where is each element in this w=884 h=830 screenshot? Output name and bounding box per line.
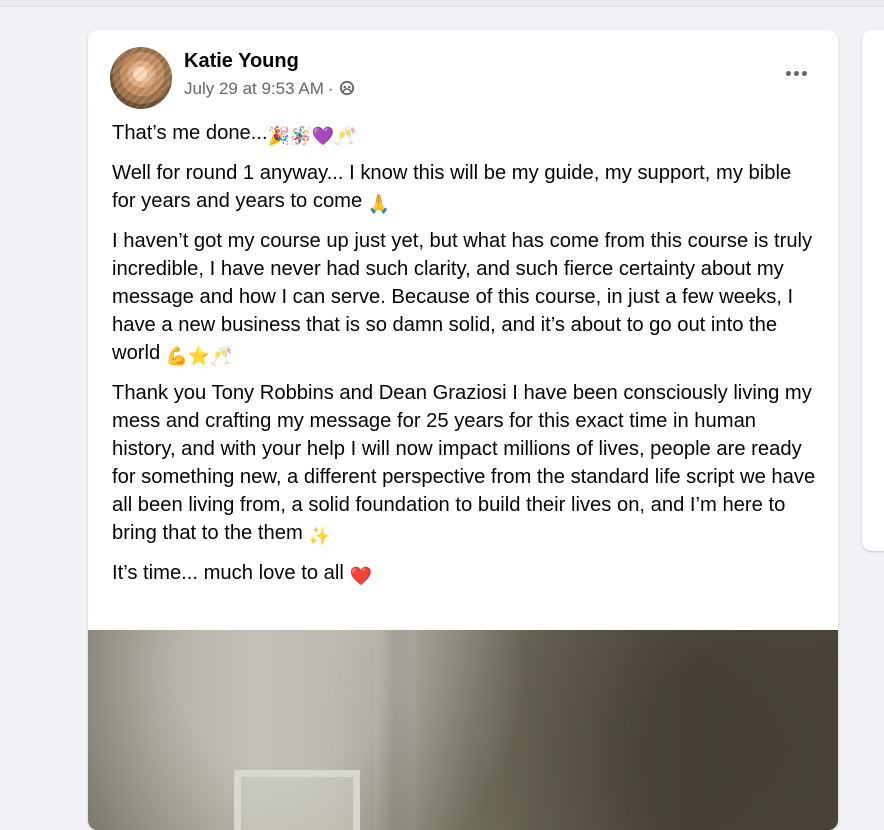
avatar[interactable] — [110, 47, 172, 109]
champagne-glasses-icon: 🥂 — [209, 346, 233, 366]
more-dot-icon — [801, 70, 807, 76]
post-card: Katie Young July 29 at 9:53 AM · That’s m… — [88, 30, 838, 830]
more-dot-icon — [785, 70, 791, 76]
friends-icon[interactable] — [339, 80, 355, 96]
photo-shadow — [374, 630, 416, 830]
post-body: That’s me done...🎉🪅💜🥂 Well for round 1 a… — [112, 119, 818, 599]
sparkles-icon: ✨ — [308, 526, 331, 546]
post-paragraph-text: Thank you Tony Robbins and Dean Graziosi… — [112, 382, 816, 544]
photo-frame — [234, 770, 360, 830]
post-photo[interactable] — [88, 630, 838, 830]
more-options-button[interactable] — [776, 59, 816, 87]
top-background-strip — [0, 0, 884, 7]
author-name[interactable]: Katie Young — [184, 49, 299, 73]
post-paragraph-1: That’s me done...🎉🪅💜🥂 — [112, 119, 818, 147]
post-paragraph-text: I haven’t got my course up just yet, but… — [112, 230, 813, 364]
meta-separator: · — [327, 79, 334, 98]
confetti-icon: 🪅 — [289, 126, 313, 146]
more-dot-icon — [793, 70, 799, 76]
right-side-card — [862, 30, 884, 551]
champagne-glasses-icon: 🥂 — [333, 126, 357, 146]
post-meta: July 29 at 9:53 AM · — [184, 78, 355, 100]
star-icon: ⭐ — [187, 346, 211, 366]
praying-hands-icon: 🙏 — [367, 194, 391, 214]
red-heart-icon: ❤️ — [349, 566, 372, 586]
post-paragraph-2: Well for round 1 anyway... I know this w… — [112, 159, 818, 215]
post-paragraph-text: Well for round 1 anyway... I know this w… — [112, 162, 792, 212]
post-paragraph-text: That’s me done... — [112, 122, 268, 144]
post-paragraph-3: I haven’t got my course up just yet, but… — [112, 227, 818, 367]
flexed-biceps-icon: 💪 — [165, 346, 189, 366]
post-paragraph-5: It’s time... much love to all ❤️ — [112, 559, 818, 587]
purple-heart-icon: 💜 — [311, 126, 335, 146]
post-paragraph-text: It’s time... much love to all — [112, 562, 344, 584]
post-paragraph-4: Thank you Tony Robbins and Dean Graziosi… — [112, 379, 818, 547]
post-timestamp[interactable]: July 29 at 9:53 AM — [184, 79, 324, 98]
party-popper-icon: 🎉 — [267, 126, 291, 146]
post-header: Katie Young July 29 at 9:53 AM · — [110, 47, 816, 109]
